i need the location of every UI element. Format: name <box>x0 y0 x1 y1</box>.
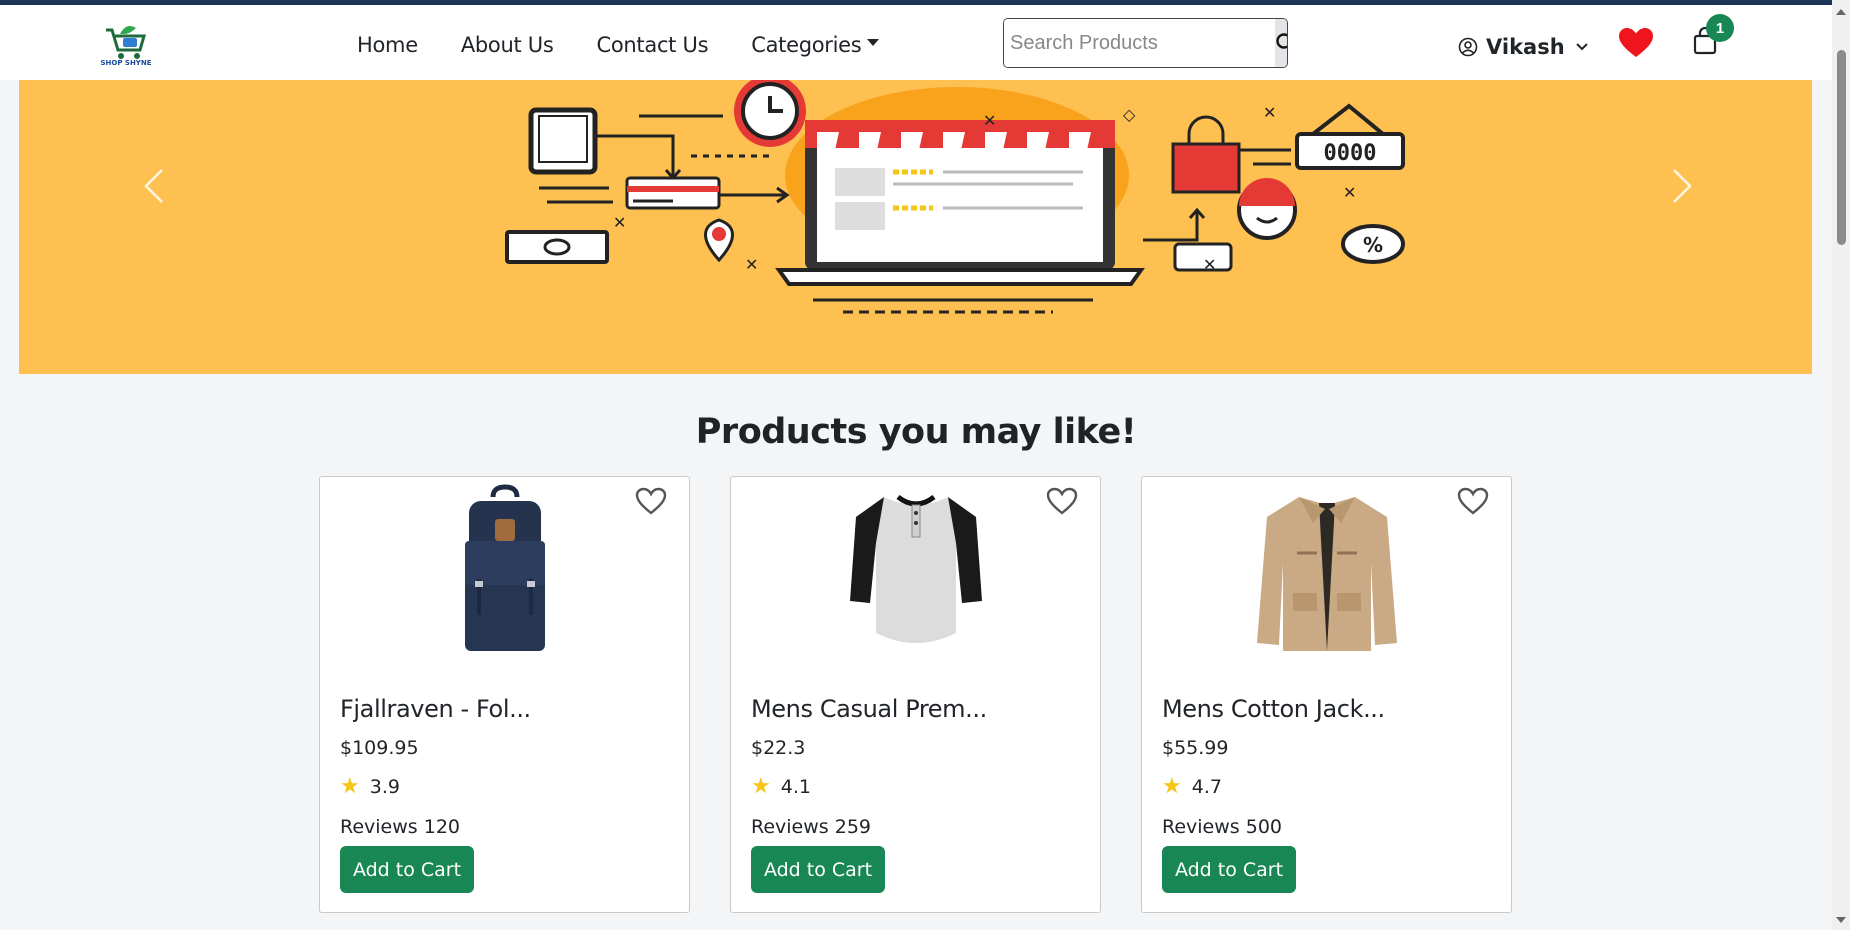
product-reviews: Reviews 500 <box>1162 816 1282 838</box>
add-to-cart-button[interactable]: Add to Cart <box>340 846 474 893</box>
svg-text:✕: ✕ <box>745 255 758 274</box>
product-card: Mens Casual Prem... $22.3 ★ 4.1 Reviews … <box>730 476 1101 913</box>
star-icon: ★ <box>751 774 771 799</box>
search-input[interactable] <box>1004 19 1275 67</box>
caret-down-icon <box>867 38 880 46</box>
add-to-cart-button[interactable]: Add to Cart <box>1162 846 1296 893</box>
chevron-down-icon <box>1575 43 1588 51</box>
product-card: Fjallraven - Fol... $109.95 ★ 3.9 Review… <box>319 476 690 913</box>
rating-value: 4.1 <box>780 775 811 798</box>
navbar: SHOP SHYNE Home About Us Contact Us Cate… <box>0 5 1832 80</box>
svg-text:%: % <box>1363 233 1383 257</box>
svg-text:✕: ✕ <box>983 111 996 130</box>
cart-count-badge: 1 <box>1706 14 1734 42</box>
chevron-right-icon <box>1673 169 1692 203</box>
product-rating: ★ 3.9 <box>340 774 400 799</box>
product-price: $109.95 <box>340 737 419 759</box>
nav-categories-dropdown[interactable]: Categories <box>751 33 880 57</box>
product-name[interactable]: Mens Casual Prem... <box>751 695 987 723</box>
product-reviews: Reviews 259 <box>751 816 871 838</box>
scroll-down-arrow-icon[interactable] <box>1836 917 1846 923</box>
nav-home-link[interactable]: Home <box>357 33 418 57</box>
backpack-image <box>464 484 545 651</box>
cotton-jacket-image <box>1256 497 1397 651</box>
carousel-next-button[interactable] <box>1670 166 1694 211</box>
user-menu[interactable]: Vikash <box>1458 35 1589 59</box>
svg-text:SHOP SHYNE: SHOP SHYNE <box>100 59 151 67</box>
ecommerce-illustration: 0000 % ◇ ✕ ✕ ✕ ✕ ✕ ✕ <box>505 80 1405 314</box>
product-rating: ★ 4.1 <box>751 774 811 799</box>
product-rating: ★ 4.7 <box>1162 774 1222 799</box>
scrollbar-thumb[interactable] <box>1837 50 1846 245</box>
product-price: $22.3 <box>751 737 806 759</box>
product-image[interactable] <box>731 483 1100 663</box>
product-name[interactable]: Fjallraven - Fol... <box>340 695 531 723</box>
svg-text:✕: ✕ <box>1203 255 1216 274</box>
nav-categories-label: Categories <box>751 33 862 57</box>
heart-icon <box>1619 28 1653 57</box>
user-name: Vikash <box>1486 35 1565 59</box>
search-bar <box>1003 18 1288 68</box>
product-name[interactable]: Mens Cotton Jack... <box>1162 695 1385 723</box>
nav-links: Home About Us Contact Us Categories <box>357 33 922 57</box>
user-circle-icon <box>1458 37 1478 57</box>
product-image[interactable] <box>1142 483 1511 663</box>
svg-text:◇: ◇ <box>1123 105 1136 124</box>
search-icon <box>1276 33 1287 49</box>
section-title: Products you may like! <box>695 412 1137 452</box>
svg-text:✕: ✕ <box>613 213 626 232</box>
carousel-prev-button[interactable] <box>142 166 166 211</box>
svg-text:✕: ✕ <box>1343 183 1356 202</box>
product-price: $55.99 <box>1162 737 1229 759</box>
shop-logo[interactable]: SHOP SHYNE <box>96 20 156 70</box>
wishlist-button[interactable] <box>1619 28 1653 63</box>
rating-value: 3.9 <box>369 775 400 798</box>
product-card: Mens Cotton Jack... $55.99 ★ 4.7 Reviews… <box>1141 476 1512 913</box>
svg-text:0000: 0000 <box>1324 141 1377 166</box>
star-icon: ★ <box>340 774 360 799</box>
chevron-left-icon <box>144 169 163 203</box>
hero-carousel: 0000 % ◇ ✕ ✕ ✕ ✕ ✕ ✕ <box>19 80 1812 374</box>
product-image[interactable] <box>320 483 689 663</box>
svg-text:✕: ✕ <box>1263 103 1276 122</box>
raglan-shirt-image <box>849 494 982 643</box>
nav-contact-link[interactable]: Contact Us <box>597 33 709 57</box>
add-to-cart-button[interactable]: Add to Cart <box>751 846 885 893</box>
nav-about-link[interactable]: About Us <box>461 33 554 57</box>
rating-value: 4.7 <box>1191 775 1222 798</box>
product-reviews: Reviews 120 <box>340 816 460 838</box>
star-icon: ★ <box>1162 774 1182 799</box>
search-button[interactable] <box>1275 19 1287 67</box>
scroll-up-arrow-icon[interactable] <box>1836 9 1846 15</box>
